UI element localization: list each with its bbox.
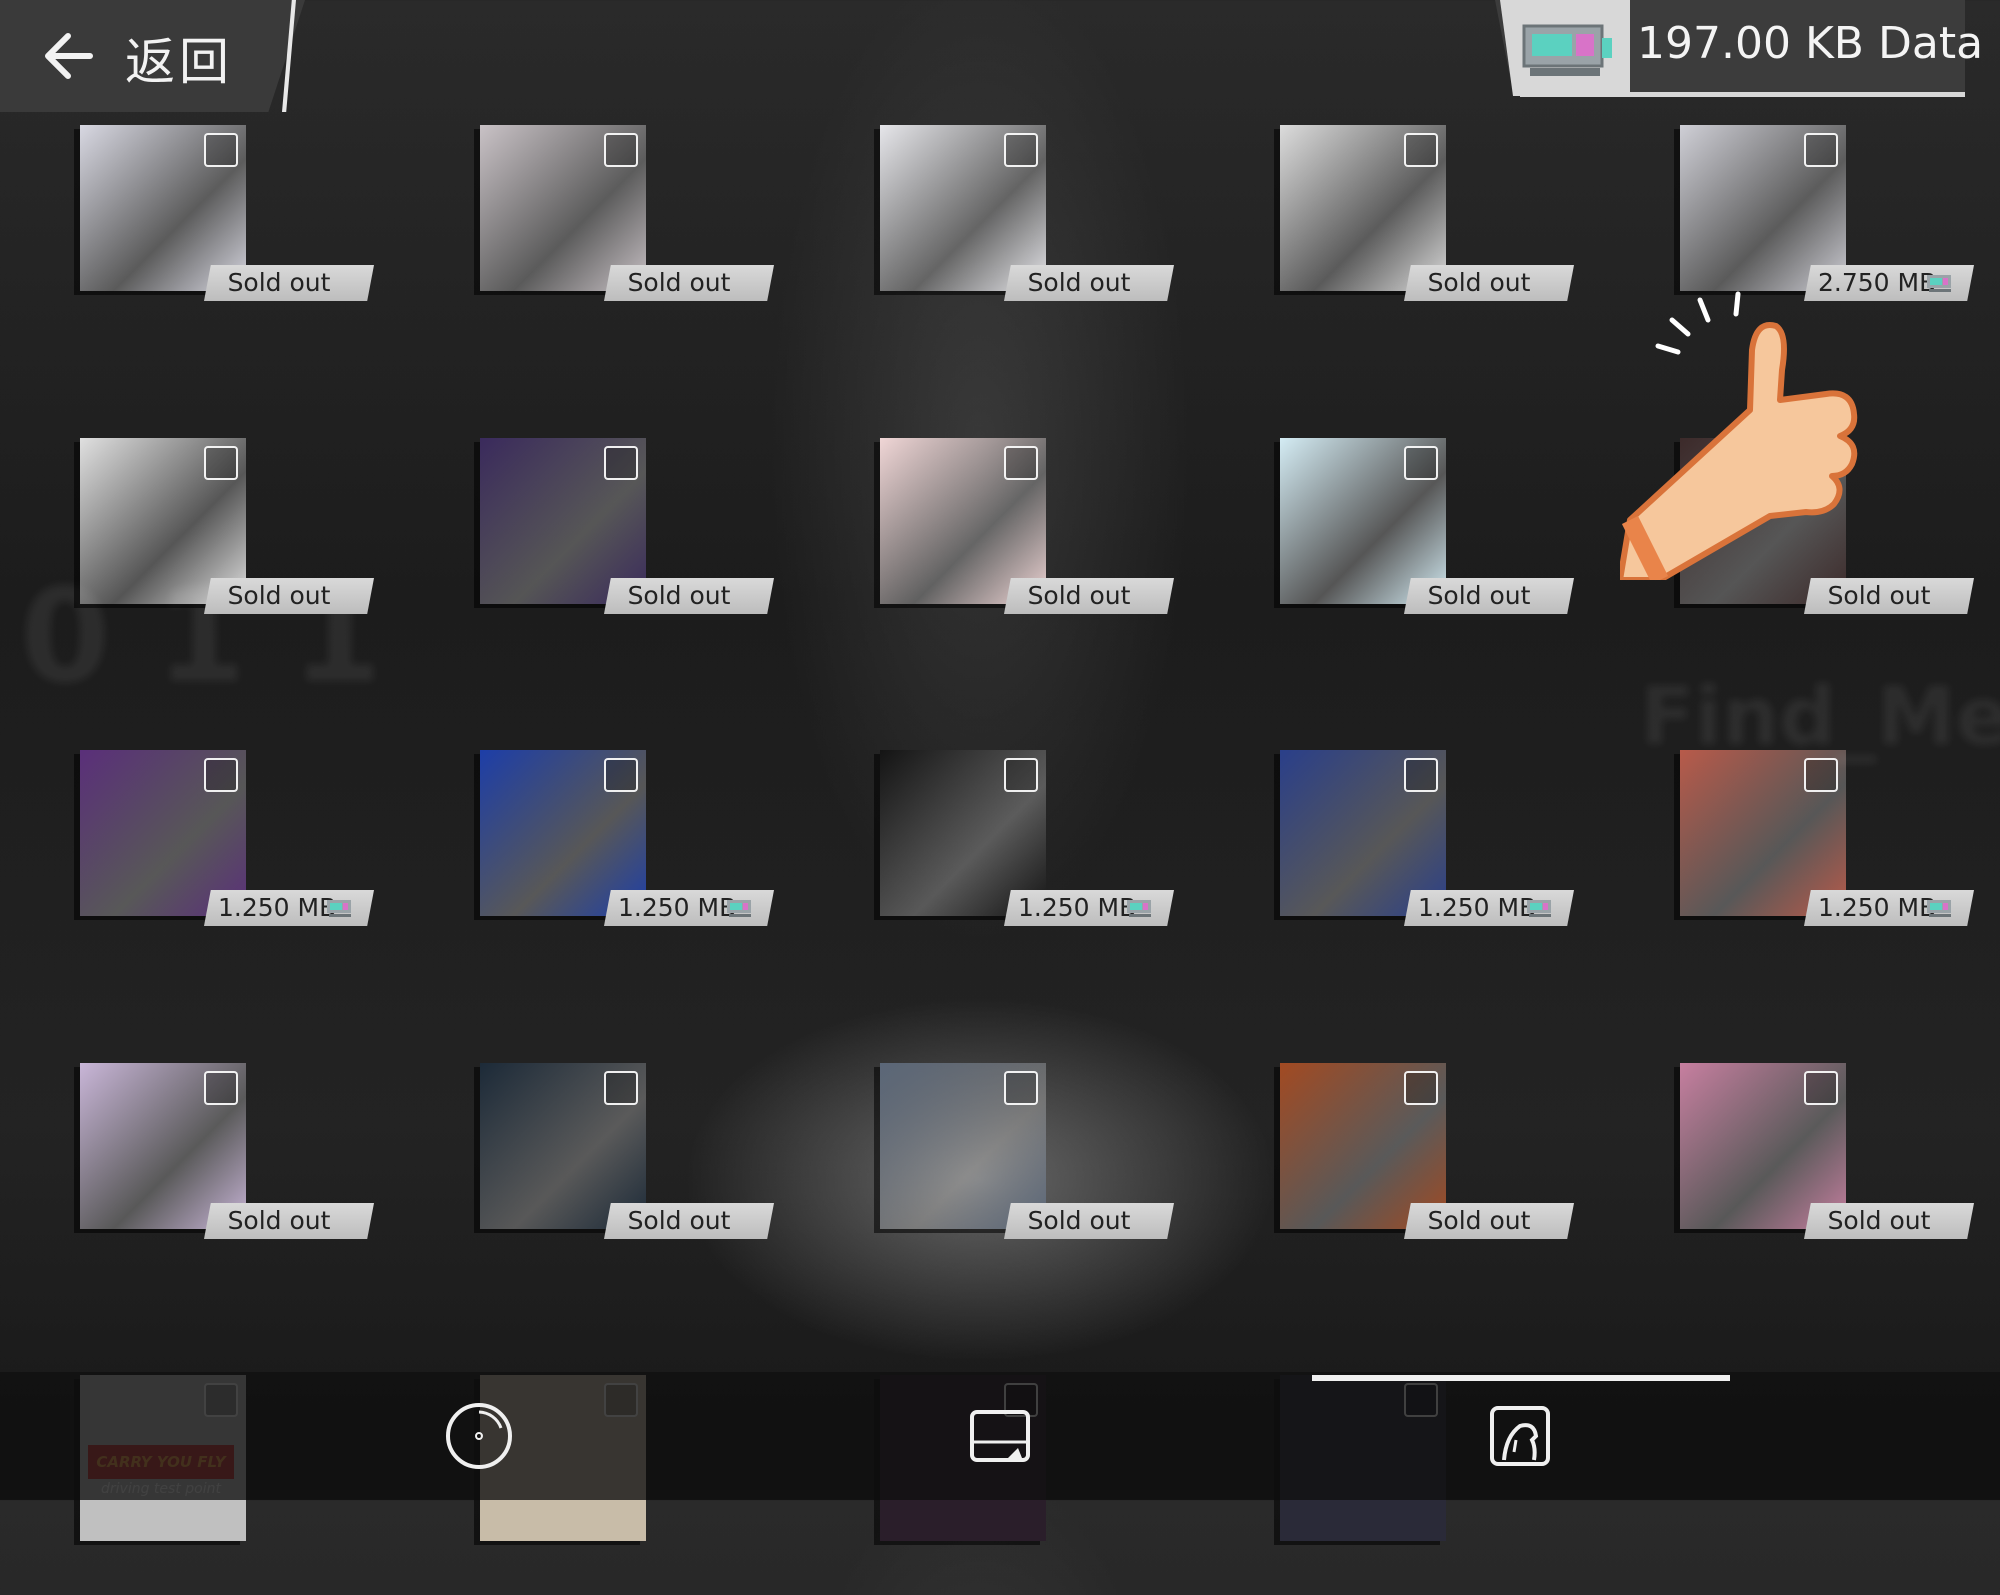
avatar-mark-icon xyxy=(604,1071,638,1105)
status-badge: Sold out xyxy=(204,578,374,614)
avatar-mark-icon xyxy=(1004,133,1038,167)
avatar-mark-icon xyxy=(204,1071,238,1105)
status-badge: Sold out xyxy=(604,578,774,614)
grid-item[interactable]: Sold out xyxy=(80,1063,374,1283)
computer-chip-icon xyxy=(1927,275,1951,292)
grid-item[interactable]: Sold out xyxy=(1280,1063,1574,1283)
thumbs-up-icon xyxy=(1620,291,1858,580)
avatar-mark-icon xyxy=(1404,758,1438,792)
computer-chip-icon xyxy=(1927,900,1951,917)
status-badge: Sold out xyxy=(1804,578,1974,614)
arrow-left-icon xyxy=(45,33,93,79)
computer-chip-icon xyxy=(1527,900,1551,917)
sold-out-label: Sold out xyxy=(627,1206,731,1235)
sold-out-label: Sold out xyxy=(227,581,331,610)
sold-out-label: Sold out xyxy=(1027,581,1131,610)
avatar-mark-icon xyxy=(604,133,638,167)
avatar-mark-icon xyxy=(1404,133,1438,167)
data-underline xyxy=(1520,92,1965,97)
avatar-mark-icon xyxy=(1404,1071,1438,1105)
grid-item[interactable]: Sold out xyxy=(1280,438,1574,658)
nav-active-indicator xyxy=(1312,1375,1730,1381)
sold-out-label: Sold out xyxy=(227,1206,331,1235)
sold-out-label: Sold out xyxy=(227,268,331,297)
price-label: 1.250 MB xyxy=(1818,893,1937,922)
avatar-mark-icon xyxy=(604,758,638,792)
grid-item[interactable]: Sold out xyxy=(480,438,774,658)
sold-out-label: Sold out xyxy=(1427,268,1531,297)
grid-item[interactable]: Sold out xyxy=(1280,125,1574,345)
sold-out-label: Sold out xyxy=(1427,1206,1531,1235)
avatar-mark-icon xyxy=(204,446,238,480)
computer-chip-icon xyxy=(727,900,751,917)
status-badge: 1.250 MB xyxy=(1004,890,1174,926)
price-label: 1.250 MB xyxy=(218,893,337,922)
grid-item[interactable]: Sold out xyxy=(80,438,374,658)
grid-item[interactable]: 1.250 MB xyxy=(1680,750,1974,970)
avatar-mark-icon xyxy=(1004,1071,1038,1105)
grid-item[interactable]: Sold out xyxy=(880,125,1174,345)
avatar-mark-icon xyxy=(204,758,238,792)
avatar-mark-icon xyxy=(1404,446,1438,480)
status-badge: 1.250 MB xyxy=(204,890,374,926)
sold-out-label: Sold out xyxy=(627,581,731,610)
grid-item[interactable]: Sold out xyxy=(80,125,374,345)
status-badge: Sold out xyxy=(1004,578,1174,614)
avatar-mark-icon xyxy=(1004,758,1038,792)
status-badge: Sold out xyxy=(204,1203,374,1239)
grid-item[interactable]: 1.250 MB xyxy=(480,750,774,970)
price-label: 1.250 MB xyxy=(1018,893,1137,922)
image-icon[interactable] xyxy=(964,1400,1036,1472)
grid-item[interactable]: Sold out xyxy=(1680,1063,1974,1283)
status-badge: Sold out xyxy=(1804,1203,1974,1239)
computer-chip-icon xyxy=(327,900,351,917)
grid-item[interactable]: Sold out xyxy=(880,1063,1174,1283)
status-badge: Sold out xyxy=(1404,578,1574,614)
price-label: 1.250 MB xyxy=(618,893,737,922)
sold-out-label: Sold out xyxy=(1427,581,1531,610)
status-badge: Sold out xyxy=(1404,265,1574,301)
grid-item[interactable]: Sold out xyxy=(880,438,1174,658)
computer-chip-icon xyxy=(1522,24,1612,76)
sold-out-label: Sold out xyxy=(1027,268,1131,297)
sold-out-label: Sold out xyxy=(1827,581,1931,610)
avatar-icon[interactable] xyxy=(1484,1400,1556,1472)
avatar-mark-icon xyxy=(1804,758,1838,792)
disc-icon[interactable] xyxy=(443,1400,515,1472)
grid-item[interactable]: 1.250 MB xyxy=(80,750,374,970)
status-badge: Sold out xyxy=(1404,1203,1574,1239)
avatar-mark-icon xyxy=(204,133,238,167)
sold-out-label: Sold out xyxy=(627,268,731,297)
sold-out-label: Sold out xyxy=(1827,1206,1931,1235)
status-badge: 1.250 MB xyxy=(1804,890,1974,926)
back-label: 返回 xyxy=(125,33,233,91)
status-badge: 1.250 MB xyxy=(604,890,774,926)
status-badge: Sold out xyxy=(604,1203,774,1239)
avatar-mark-icon xyxy=(1804,1071,1838,1105)
status-badge: Sold out xyxy=(604,265,774,301)
avatar-mark-icon xyxy=(1804,133,1838,167)
status-badge: Sold out xyxy=(1004,265,1174,301)
grid-item[interactable]: Sold out xyxy=(480,125,774,345)
data-amount: 197.00 KB Data xyxy=(1637,18,1984,69)
grid-item[interactable]: 1.250 MB xyxy=(1280,750,1574,970)
computer-chip-icon xyxy=(1127,900,1151,917)
grid-item[interactable]: Sold out xyxy=(480,1063,774,1283)
avatar-mark-icon xyxy=(604,446,638,480)
status-badge: 1.250 MB xyxy=(1404,890,1574,926)
sold-out-label: Sold out xyxy=(1027,1206,1131,1235)
status-badge: Sold out xyxy=(1004,1203,1174,1239)
status-badge: Sold out xyxy=(204,265,374,301)
grid-item[interactable]: 1.250 MB xyxy=(880,750,1174,970)
avatar-mark-icon xyxy=(1004,446,1038,480)
price-label: 1.250 MB xyxy=(1418,893,1537,922)
